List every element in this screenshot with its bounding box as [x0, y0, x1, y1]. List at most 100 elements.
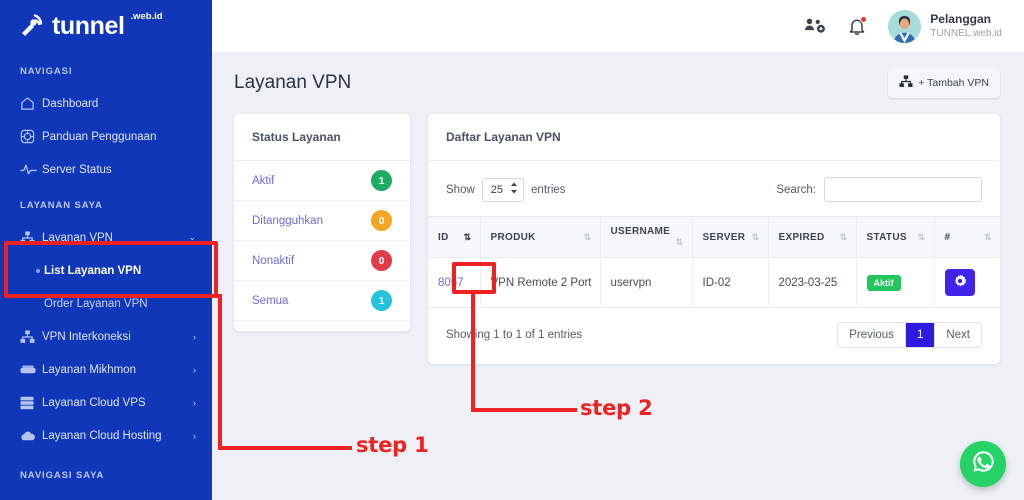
sidebar-item-dashboard[interactable]: Dashboard [0, 87, 212, 120]
column-header-actions[interactable]: # ⇅ [934, 216, 1000, 258]
column-label: # [944, 231, 951, 243]
page-size-select[interactable]: 25 [481, 177, 525, 202]
sidebar-item-label: Panduan Penggunaan [42, 130, 157, 143]
sidebar-item-server-status[interactable]: Server Status [0, 153, 212, 186]
status-badge: 0 [371, 250, 392, 271]
cell-server: ID-02 [692, 257, 769, 308]
sort-icon: ⇅ [839, 231, 848, 242]
table-toolbar: Show 25 entries Search: [428, 161, 1000, 216]
nav-section-navigasi-saya: NAVIGASI SAYA [20, 470, 105, 481]
sidebar-item-label: Layanan VPN [42, 231, 113, 244]
column-label: SERVER [702, 231, 746, 243]
status-label[interactable]: Nonaktif [252, 255, 294, 267]
sidebar-item-label: Layanan Cloud VPS [42, 396, 146, 409]
pagination: Previous 1 Next [837, 322, 982, 348]
status-card-title: Status Layanan [234, 114, 410, 161]
column-label: EXPIRED [778, 231, 825, 243]
search-input[interactable] [824, 177, 982, 202]
table-header-row: ID ⇅ PRODUK ⇅ USERNAME ⇅ SERVER ⇅ EXPIRE… [428, 216, 1000, 258]
status-badge: Aktif [866, 274, 901, 291]
status-row-semua[interactable]: Semua 1 [234, 281, 410, 321]
show-label: Show [446, 183, 475, 196]
showing-entries-text: Showing 1 to 1 of 1 entries [446, 329, 583, 341]
user-subtitle: TUNNEL.web.id [930, 28, 1002, 39]
table-footer: Showing 1 to 1 of 1 entries Previous 1 N… [428, 308, 1000, 364]
row-settings-button[interactable] [944, 269, 975, 296]
avatar [888, 9, 922, 43]
column-label: USERNAME [610, 226, 671, 237]
sort-icon: ⇅ [751, 231, 760, 242]
notification-dot [860, 15, 868, 23]
table-head: ID ⇅ PRODUK ⇅ USERNAME ⇅ SERVER ⇅ EXPIRE… [428, 216, 1000, 258]
network-tree-icon [20, 329, 42, 344]
brand-logo[interactable]: tunnel .web.id [0, 0, 212, 52]
table-card-title: Daftar Layanan VPN [428, 114, 1000, 161]
column-label: STATUS [866, 231, 907, 243]
status-label[interactable]: Semua [252, 295, 288, 307]
sidebar-item-label: Server Status [42, 163, 112, 176]
cell-username: uservpn [600, 257, 693, 308]
cell-actions [934, 257, 1000, 308]
sort-icon: ⇅ [583, 231, 592, 242]
main-content: Layanan VPN + Tambah VPN Status Layanan … [212, 52, 1024, 500]
cell-status: Aktif [856, 257, 935, 308]
sidebar-item-layanan-cloud-vps[interactable]: Layanan Cloud VPS › [0, 386, 212, 419]
pagination-next[interactable]: Next [935, 323, 981, 347]
cell-expired: 2023-03-25 [768, 257, 857, 308]
search-control: Search: [776, 177, 982, 202]
column-label: ID [438, 231, 449, 243]
column-label: PRODUK [490, 231, 536, 243]
stack-icon [20, 396, 42, 410]
add-vpn-label: + Tambah VPN [918, 77, 989, 89]
sort-icon: ⇅ [984, 231, 992, 242]
column-header-produk[interactable]: PRODUK ⇅ [480, 216, 601, 258]
status-row-aktif[interactable]: Aktif 1 [234, 161, 410, 201]
sort-icon: ⇅ [463, 231, 472, 242]
pagination-page-1[interactable]: 1 [905, 323, 936, 347]
page-header: Layanan VPN + Tambah VPN [212, 52, 1024, 114]
column-header-expired[interactable]: EXPIRED ⇅ [768, 216, 857, 258]
sidebar-item-label: Order Layanan VPN [44, 297, 148, 310]
whatsapp-float-button[interactable] [960, 441, 1006, 487]
sort-icon: ⇅ [917, 231, 926, 242]
status-label[interactable]: Aktif [252, 175, 274, 187]
sidebar-item-layanan-mikhmon[interactable]: Layanan Mikhmon › [0, 353, 212, 386]
brand-suffix: .web.id [130, 10, 163, 22]
add-vpn-button[interactable]: + Tambah VPN [888, 68, 1000, 98]
column-header-server[interactable]: SERVER ⇅ [692, 216, 769, 258]
sidebar-item-vpn-interkoneksi[interactable]: VPN Interkoneksi › [0, 320, 212, 353]
gear-icon [953, 274, 967, 291]
user-menu[interactable]: Pelanggan TUNNEL.web.id [888, 9, 1002, 43]
users-gear-icon[interactable] [804, 17, 826, 35]
home-icon [20, 96, 42, 111]
nav-section-navigasi: NAVIGASI [20, 66, 73, 77]
column-header-status[interactable]: STATUS ⇅ [856, 216, 935, 258]
pagination-previous[interactable]: Previous [838, 323, 906, 347]
status-row-nonaktif[interactable]: Nonaktif 0 [234, 241, 410, 281]
sidebar-item-layanan-cloud-hosting[interactable]: Layanan Cloud Hosting › [0, 419, 212, 452]
sidebar-item-label: List Layanan VPN [44, 264, 142, 277]
chevron-right-icon: › [193, 430, 196, 441]
bell-icon[interactable] [848, 15, 868, 36]
brand-name: tunnel [52, 11, 125, 40]
satellite-dish-icon [18, 12, 48, 40]
network-tree-icon [899, 75, 913, 91]
status-label[interactable]: Ditangguhkan [252, 215, 323, 227]
sidebar-item-order-layanan-vpn[interactable]: Order Layanan VPN [0, 287, 212, 320]
page-title: Layanan VPN [234, 72, 352, 93]
topbar: Pelanggan TUNNEL.web.id [212, 0, 1024, 52]
column-header-id[interactable]: ID ⇅ [428, 216, 481, 258]
sidebar-item-layanan-vpn[interactable]: Layanan VPN ⌄ [0, 221, 212, 254]
chevron-right-icon: › [193, 364, 196, 375]
column-header-username[interactable]: USERNAME ⇅ [600, 216, 693, 258]
status-row-ditangguhkan[interactable]: Ditangguhkan 0 [234, 201, 410, 241]
sidebar: tunnel .web.id NAVIGASI Dashboard Pandua… [0, 0, 212, 500]
sidebar-item-list-layanan-vpn[interactable]: List Layanan VPN [0, 254, 212, 287]
network-tree-icon [20, 230, 42, 245]
sidebar-item-panduan-penggunaan[interactable]: Panduan Penggunaan [0, 120, 212, 153]
sidebar-item-label: Dashboard [42, 97, 99, 110]
status-badge: 1 [371, 290, 392, 311]
service-id-link[interactable]: 8057 [438, 277, 464, 289]
user-name: Pelanggan [930, 12, 991, 26]
chevron-right-icon: › [193, 397, 196, 408]
